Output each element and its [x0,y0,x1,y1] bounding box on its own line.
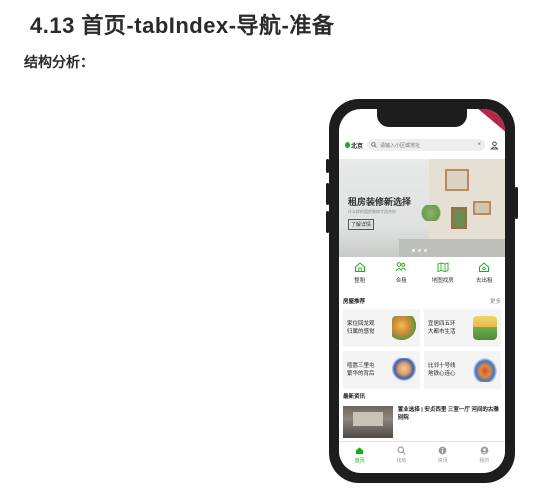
group-illustration [473,358,497,382]
news-item[interactable]: 置业选择 | 安贞西里 三室一厅 河间的古雅别院 [343,406,501,438]
banner-detail-button[interactable]: 了解详情 [348,219,375,230]
search-icon [371,142,377,148]
banner-title: 租房装修新选择 [348,197,412,207]
nav-label: 合租 [395,278,407,284]
more-link[interactable]: 更多 [490,297,501,305]
clear-icon[interactable]: × [477,142,481,148]
banner-frame [451,207,467,229]
group-card-text: 宜居四五环 大都市生活 [428,320,470,336]
city-selector[interactable]: 北京 [345,141,363,150]
group-card-text: 比邻十号线 地铁心连心 [428,362,470,378]
city-name: 北京 [351,143,364,150]
nav-label: 整租 [354,278,366,284]
groups-grid: 家住回龙观 归属的感觉 宜居四五环 大都市生活 喧嚣三里屯 繁华的背后 比邻十号… [343,309,501,389]
tab-label: 资讯 [437,458,448,464]
banner-shelf [399,239,505,257]
carousel-dot[interactable] [424,249,427,252]
group-illustration [473,316,497,340]
search-placeholder: 请输入小区或地址 [380,142,421,149]
bottom-tabbar: 首页 找房 资讯 我的 [339,441,505,473]
nav-item-shared-rent[interactable]: 合租 [381,261,423,295]
search-icon [397,446,406,455]
nav-item-rent-out[interactable]: 去出租 [464,261,506,295]
group-desc: 地铁心连心 [428,371,456,377]
nav-item-whole-rent[interactable]: 整租 [339,261,381,295]
phone-notch [377,109,467,127]
info-icon [438,446,447,455]
map-icon [437,262,449,273]
carousel-dot[interactable] [418,249,421,252]
group-card[interactable]: 比邻十号线 地铁心连心 [424,351,501,389]
location-pin-icon [345,142,350,148]
volume-down-button [326,211,329,233]
group-card[interactable]: 喧嚣三里屯 繁华的背后 [343,351,420,389]
group-desc: 大都市生活 [428,329,456,335]
home-icon [356,447,364,455]
news-header: 最新资讯 [343,392,501,400]
group-card[interactable]: 宜居四五环 大都市生活 [424,309,501,347]
people-icon [395,262,407,272]
group-card[interactable]: 家住回龙观 归属的感觉 [343,309,420,347]
map-person-icon[interactable] [489,140,499,150]
home-icon [354,262,365,272]
corner-ribbon [472,109,505,137]
banner-plant [419,205,443,221]
mute-switch [326,159,329,173]
tab-home[interactable]: 首页 [339,442,381,473]
search-input[interactable]: 请输入小区或地址 × [367,139,485,151]
banner-subtitle: 什么样的租房装修才适合你 [348,209,396,214]
group-title: 比邻十号线 [428,363,456,369]
news-thumbnail [343,406,393,438]
group-desc: 归属的感觉 [347,329,375,335]
nav-label: 地图找房 [431,278,454,284]
group-title: 宜居四五环 [428,321,456,327]
house-key-icon [479,262,490,272]
tab-profile[interactable]: 我的 [464,442,506,473]
group-desc: 繁华的背后 [347,371,375,377]
nav-item-map-search[interactable]: 地图找房 [422,261,464,295]
tab-news[interactable]: 资讯 [422,442,464,473]
tab-find-house[interactable]: 找房 [381,442,423,473]
phone-screen: 北京 请输入小区或地址 × 租房装修新选择 什么样的租房装修才适合你 了解详情 [339,109,505,473]
banner-carousel[interactable]: 租房装修新选择 什么样的租房装修才适合你 了解详情 [339,159,505,257]
volume-up-button [326,183,329,205]
banner-frame [445,169,469,191]
groups-header: 房屋推荐 更多 [343,297,501,305]
group-title: 喧嚣三里屯 [347,363,375,369]
phone-mockup: 北京 请输入小区或地址 × 租房装修新选择 什么样的租房装修才适合你 了解详情 [326,99,518,483]
groups-title: 房屋推荐 [343,299,366,305]
news-title: 最新资讯 [343,394,366,400]
group-card-text: 喧嚣三里屯 繁华的背后 [347,362,389,378]
group-illustration [392,316,416,340]
tab-label: 我的 [479,458,490,464]
group-title: 家住回龙观 [347,321,375,327]
group-illustration [392,358,416,382]
banner-frame [473,201,491,215]
user-icon [480,446,489,455]
carousel-indicator [412,249,427,252]
page-title: 4.13 首页-tabIndex-导航-准备 [30,13,335,38]
power-button [515,187,518,219]
quick-nav: 整租 合租 地图找房 去出租 [339,261,505,295]
top-search-bar: 北京 请输入小区或地址 × [339,135,505,155]
carousel-dot[interactable] [412,249,415,252]
nav-label: 去出租 [475,278,493,284]
group-card-text: 家住回龙观 归属的感觉 [347,320,389,336]
tab-label: 首页 [354,458,365,464]
section-subtitle: 结构分析： [24,54,94,70]
news-item-title: 置业选择 | 安贞西里 三室一厅 河间的古雅别院 [397,407,499,421]
tab-label: 找房 [396,458,407,464]
